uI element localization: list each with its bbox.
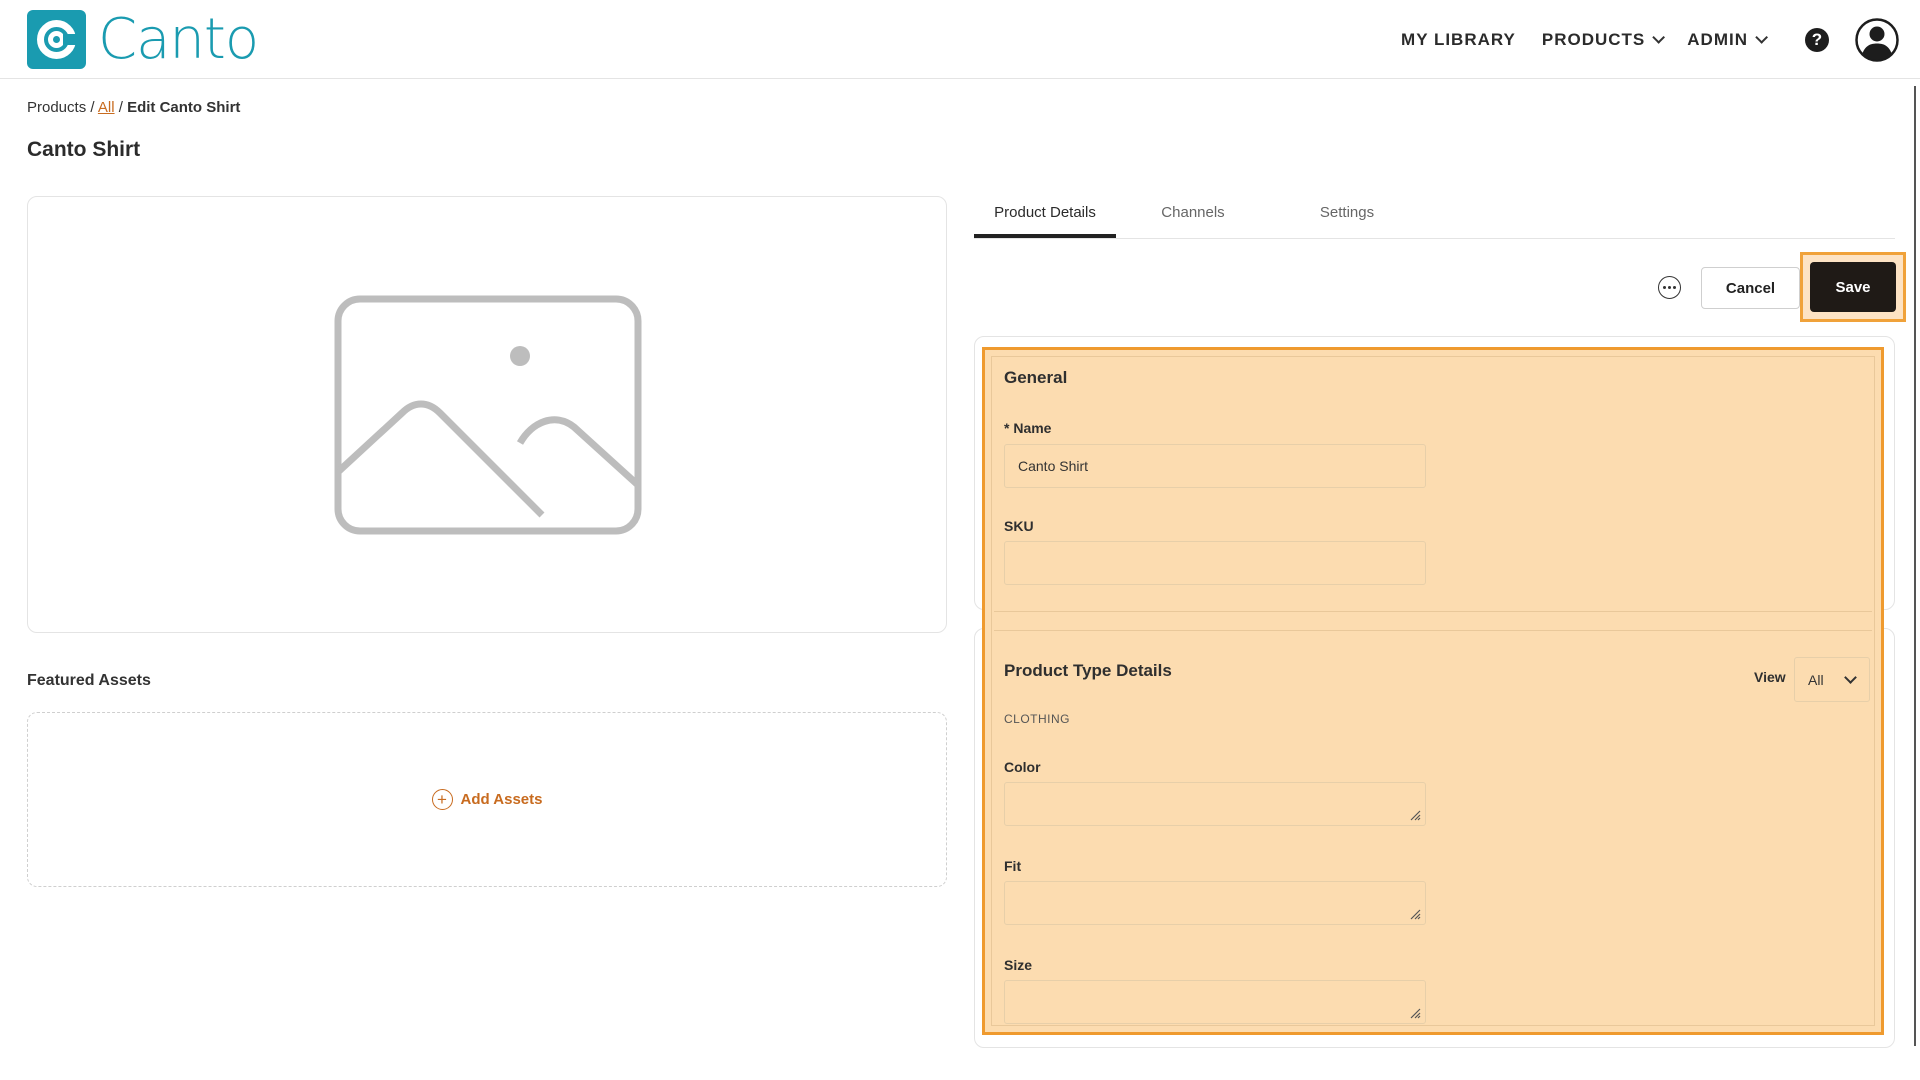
nav-admin-label: ADMIN xyxy=(1687,29,1748,49)
add-assets-label: Add Assets xyxy=(460,791,543,808)
image-placeholder-icon xyxy=(334,295,642,535)
resize-grip-icon[interactable] xyxy=(1410,810,1421,821)
plus-circle-icon: + xyxy=(431,789,453,810)
resize-grip-icon[interactable] xyxy=(1410,909,1421,920)
resize-grip-icon[interactable] xyxy=(1410,1008,1421,1019)
fit-textarea[interactable] xyxy=(1004,881,1426,925)
breadcrumb-products[interactable]: Products xyxy=(27,99,86,116)
view-label: View xyxy=(1754,669,1786,685)
nav-admin[interactable]: ADMIN xyxy=(1687,29,1768,50)
tab-channels[interactable]: Channels xyxy=(1116,196,1270,238)
breadcrumb-all-link[interactable]: All xyxy=(98,99,115,116)
fit-label: Fit xyxy=(1004,858,1022,874)
sku-label: SKU xyxy=(1004,518,1034,534)
breadcrumb-separator: / xyxy=(114,99,128,116)
product-type-section-title: Product Type Details xyxy=(1004,661,1172,680)
canto-logo-icon xyxy=(27,10,86,69)
breadcrumb-current: Edit Canto Shirt xyxy=(127,99,241,116)
more-options-icon[interactable] xyxy=(1658,276,1681,299)
featured-assets-dropzone[interactable]: + Add Assets xyxy=(27,712,947,887)
add-assets-button[interactable]: + Add Assets xyxy=(431,789,543,810)
nav-products-label: PRODUCTS xyxy=(1541,29,1646,49)
general-section-title: General xyxy=(1004,368,1068,387)
tab-settings[interactable]: Settings xyxy=(1270,196,1424,238)
nav-my-library[interactable]: MY LIBRARY xyxy=(1401,30,1516,50)
page-title: Canto Shirt xyxy=(27,138,141,161)
chevron-down-icon xyxy=(1652,31,1666,44)
featured-assets-title: Featured Assets xyxy=(27,672,151,689)
help-icon[interactable]: ? xyxy=(1805,27,1829,52)
save-button[interactable]: Save xyxy=(1810,262,1896,312)
canto-logo[interactable]: Canto xyxy=(27,6,259,72)
sku-input[interactable] xyxy=(1004,541,1426,585)
tab-product-details[interactable]: Product Details xyxy=(974,196,1116,238)
brand-name: Canto xyxy=(98,6,259,72)
chevron-down-icon xyxy=(1844,671,1857,684)
color-label: Color xyxy=(1004,759,1041,775)
name-input[interactable]: Canto Shirt xyxy=(1004,444,1426,488)
nav-products[interactable]: PRODUCTS xyxy=(1541,29,1666,50)
page-scrollbar[interactable] xyxy=(1914,86,1916,1046)
view-select-value: All xyxy=(1808,671,1824,688)
product-image-card xyxy=(27,196,947,633)
breadcrumb-separator: / xyxy=(86,99,98,116)
size-label: Size xyxy=(1004,957,1033,973)
form-highlight: General * Name Canto Shirt SKU Product T… xyxy=(982,347,1884,1035)
chevron-down-icon xyxy=(1755,31,1768,44)
nav-my-library-label: MY LIBRARY xyxy=(1401,29,1516,49)
breadcrumb: Products / All / Edit Canto Shirt xyxy=(27,99,240,116)
size-textarea[interactable] xyxy=(1004,980,1426,1024)
cancel-button[interactable]: Cancel xyxy=(1701,267,1800,309)
main-nav: MY LIBRARY PRODUCTS ADMIN ? xyxy=(1401,0,1920,79)
top-bar: Canto MY LIBRARY PRODUCTS ADMIN ? xyxy=(0,0,1920,79)
name-label: * Name xyxy=(1004,420,1052,436)
product-type-name: CLOTHING xyxy=(1004,712,1071,726)
color-textarea[interactable] xyxy=(1004,782,1426,826)
user-avatar-icon[interactable] xyxy=(1855,17,1899,62)
view-select[interactable]: All xyxy=(1794,657,1870,702)
save-button-highlight: Save xyxy=(1800,252,1906,322)
product-tabs: Product Details Channels Settings xyxy=(974,196,1895,239)
